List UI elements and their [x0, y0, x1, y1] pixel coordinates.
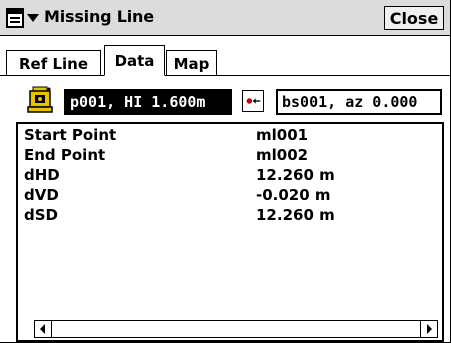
- horizontal-scrollbar[interactable]: [18, 318, 442, 340]
- tab-data[interactable]: Data: [104, 45, 165, 76]
- tab-map[interactable]: Map: [166, 50, 217, 76]
- item-label: Start Point: [24, 126, 117, 144]
- item-label: dSD: [24, 206, 58, 224]
- results-list: Start Point ml001 End Point ml002 dHD 12…: [16, 122, 444, 342]
- backsight-field[interactable]: bs001, az 0.000: [276, 89, 442, 115]
- item-label: dVD: [24, 186, 59, 204]
- item-label: dHD: [24, 166, 60, 184]
- scroll-right-button[interactable]: [420, 320, 438, 338]
- backsight-target-icon[interactable]: [242, 90, 264, 112]
- missing-line-window: Missing Line Close Ref Line Data Map p00…: [0, 0, 451, 343]
- item-value: -0.020 m: [256, 186, 331, 204]
- tab-divider: [0, 75, 450, 76]
- item-label: End Point: [24, 146, 106, 164]
- occupation-field[interactable]: p001, HI 1.600m: [64, 89, 232, 115]
- item-value: ml002: [256, 146, 309, 164]
- arrow-left-icon: [40, 324, 45, 334]
- start-menu-button[interactable]: [6, 6, 42, 30]
- item-value: 12.260 m: [256, 166, 335, 184]
- window-title: Missing Line: [44, 7, 154, 26]
- scroll-left-button[interactable]: [34, 320, 52, 338]
- tab-label: Data: [114, 51, 155, 70]
- triangle-down-icon: [27, 14, 39, 22]
- tab-label: Map: [173, 54, 210, 73]
- tab-ref-line[interactable]: Ref Line: [6, 50, 101, 76]
- start-menu-icon: [6, 8, 24, 28]
- close-button[interactable]: Close: [384, 6, 444, 30]
- total-station-icon[interactable]: [27, 86, 53, 114]
- item-value: 12.260 m: [256, 206, 335, 224]
- item-value: ml001: [256, 126, 309, 144]
- scroll-track[interactable]: [52, 320, 420, 338]
- arrow-right-icon: [427, 324, 432, 334]
- title-bar: Missing Line Close: [0, 0, 450, 36]
- tab-label: Ref Line: [18, 54, 89, 73]
